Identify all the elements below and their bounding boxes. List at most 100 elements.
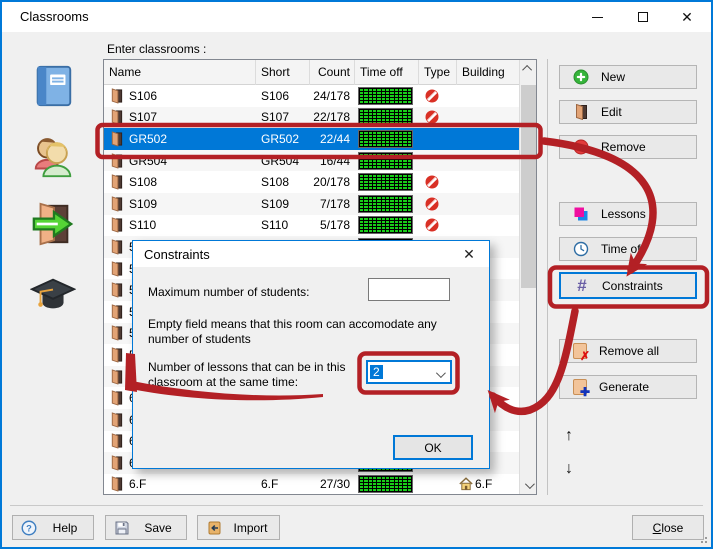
edit-label: Edit [601,105,622,119]
table-row[interactable]: S108S10820/178 [104,171,519,193]
room-building: 6.F [475,477,492,491]
dialog-close-button[interactable]: ✕ [449,241,489,267]
arrow-down-icon: ↓ [565,460,573,477]
timeoff-grid [358,87,413,105]
generate-icon: ✚ [573,379,587,395]
enter-classrooms-label: Enter classrooms : [107,42,206,56]
maximize-icon [638,12,648,22]
remove-all-button[interactable]: ✗ Remove all [559,339,697,363]
max-students-label: Maximum number of students: [148,285,309,300]
room-short: S110 [261,218,288,232]
new-button[interactable]: New [559,65,697,89]
save-label: Save [138,521,178,535]
table-row[interactable]: S107S10722/178 [104,107,519,129]
door-icon [109,239,124,255]
sidebar-item-teachers[interactable] [30,271,76,317]
col-header-timeoff[interactable]: Time off [355,60,419,85]
remove-all-label: Remove all [599,344,659,358]
table-header: Name Short Count Time off Type Building [104,60,519,85]
forbidden-icon [425,175,439,189]
panel-divider [547,59,548,495]
generate-button[interactable]: ✚ Generate [559,375,697,399]
dialog-title: Constraints [144,247,210,262]
edit-button[interactable]: Edit [559,100,697,124]
col-header-type[interactable]: Type [419,60,457,85]
table-row[interactable]: S110 S110 5/178 [104,215,519,237]
room-count: 22/44 [320,132,350,146]
table-row[interactable]: GR502 GR502 22/44 [104,128,519,150]
lessons-count-dropdown[interactable]: 2 [366,360,452,384]
maximize-button[interactable] [621,2,665,32]
clock-icon [573,241,589,257]
scrollbar-thumb[interactable] [521,85,536,288]
forbidden-icon [425,110,439,124]
room-short: S109 [261,197,289,211]
door-icon [109,390,124,406]
col-header-count[interactable]: Count [310,60,355,85]
timeoff-grid [358,216,413,234]
timeoff-grid [358,152,413,170]
new-label: New [601,70,625,84]
timeoff-grid [358,195,413,213]
room-short: GR504 [261,154,299,168]
move-up-button[interactable]: ↑ [557,427,581,449]
table-row[interactable]: S109S1097/178 [104,193,519,215]
table-scrollbar[interactable] [519,60,536,494]
room-name: S107 [129,110,157,124]
save-button[interactable]: Save [105,515,187,540]
table-row[interactable]: 6.F6.F27/306.F [104,474,519,494]
resize-grip[interactable] [699,535,707,543]
sidebar-item-classrooms[interactable] [30,201,76,247]
scroll-up-icon[interactable] [520,60,536,77]
import-button[interactable]: Import [197,515,280,540]
door-icon [109,174,124,190]
time-off-button[interactable]: Time off [559,237,697,261]
ok-button[interactable]: OK [393,435,473,460]
col-header-short[interactable]: Short [256,60,310,85]
minimize-button[interactable] [575,2,619,32]
svg-text:?: ? [26,523,32,533]
timeoff-grid [358,130,413,148]
room-name: 6.F [129,477,146,491]
sidebar-item-classes[interactable] [30,134,76,180]
table-row[interactable]: GR504GR50416/44 [104,150,519,172]
max-students-input[interactable] [368,278,450,301]
constraints-button[interactable]: # Constraints [559,272,697,299]
time-off-label: Time off [601,242,644,256]
col-header-name[interactable]: Name [104,60,256,85]
dropdown-selected-value: 2 [370,365,383,379]
dialog-titlebar: Constraints ✕ [133,241,489,267]
room-count: 5/178 [320,218,350,232]
room-count: 22/178 [313,110,350,124]
room-name: GR502 [129,132,167,146]
close-button[interactable]: Close [632,515,704,540]
move-down-button[interactable]: ↓ [557,460,581,482]
constraints-label: Constraints [602,279,663,293]
minimize-icon [592,17,603,18]
forbidden-icon [425,89,439,103]
import-label: Import [230,521,271,535]
room-name: S110 [129,218,156,232]
door-icon [109,412,124,428]
lessons-icon [573,206,589,222]
door-icon [109,217,124,233]
plus-circle-icon [573,69,589,85]
col-header-building[interactable]: Building [457,60,519,85]
scroll-down-icon[interactable] [520,477,536,494]
help-button[interactable]: ? Help [12,515,94,540]
remove-button[interactable]: Remove [559,135,697,159]
chevron-down-icon [436,368,446,378]
room-short: GR502 [261,132,299,146]
sidebar-item-subjects[interactable] [30,63,76,109]
close-window-button[interactable]: ✕ [665,2,709,32]
help-label: Help [45,521,85,535]
save-icon [114,520,130,536]
door-icon [109,433,124,449]
classrooms-window: Classrooms ✕ [0,0,713,549]
table-row[interactable]: S106S10624/178 [104,85,519,107]
classroom-door-icon [30,201,76,247]
lessons-button[interactable]: Lessons [559,202,697,226]
minus-circle-icon [573,139,589,155]
timeoff-grid [358,475,413,493]
room-name: S106 [129,89,157,103]
